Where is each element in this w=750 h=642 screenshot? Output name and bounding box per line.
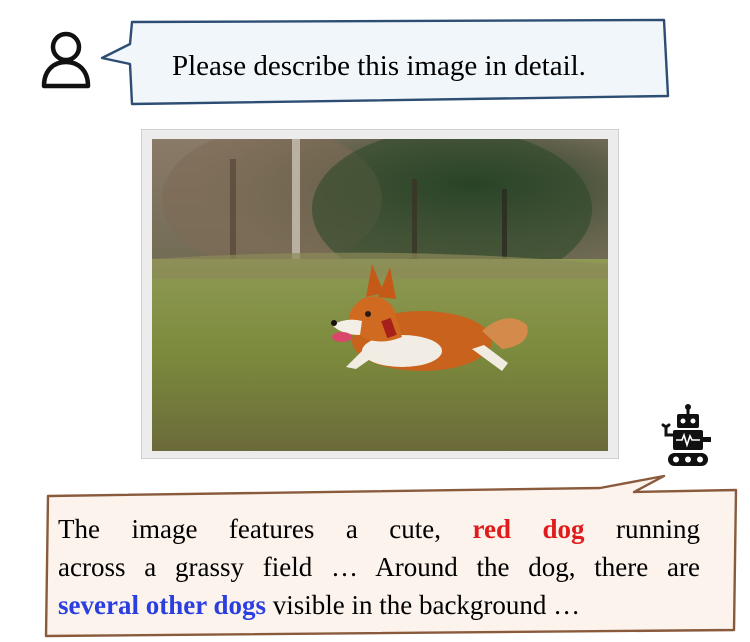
answer-line3-suffix: visible in the background … — [272, 590, 581, 620]
user-icon — [41, 31, 91, 89]
answer-line-1: The image features a cute, red dog runni… — [58, 510, 700, 548]
other-dogs-phrase: several other dogs — [58, 590, 266, 620]
robot-icon — [661, 404, 711, 466]
answer-line1-suffix: running — [616, 514, 700, 544]
answer-text: The image features a cute, red dog runni… — [58, 510, 700, 624]
answer-line-2: across a grassy field … Around the dog, … — [58, 552, 700, 582]
red-dog-phrase: red dog — [472, 514, 585, 544]
running-corgi-photo — [152, 139, 608, 451]
question-text: Please describe this image in detail. — [172, 50, 586, 82]
answer-line1-prefix: The image features a cute, — [58, 514, 442, 544]
answer-line-3: several other dogs visible in the backgr… — [58, 586, 700, 624]
